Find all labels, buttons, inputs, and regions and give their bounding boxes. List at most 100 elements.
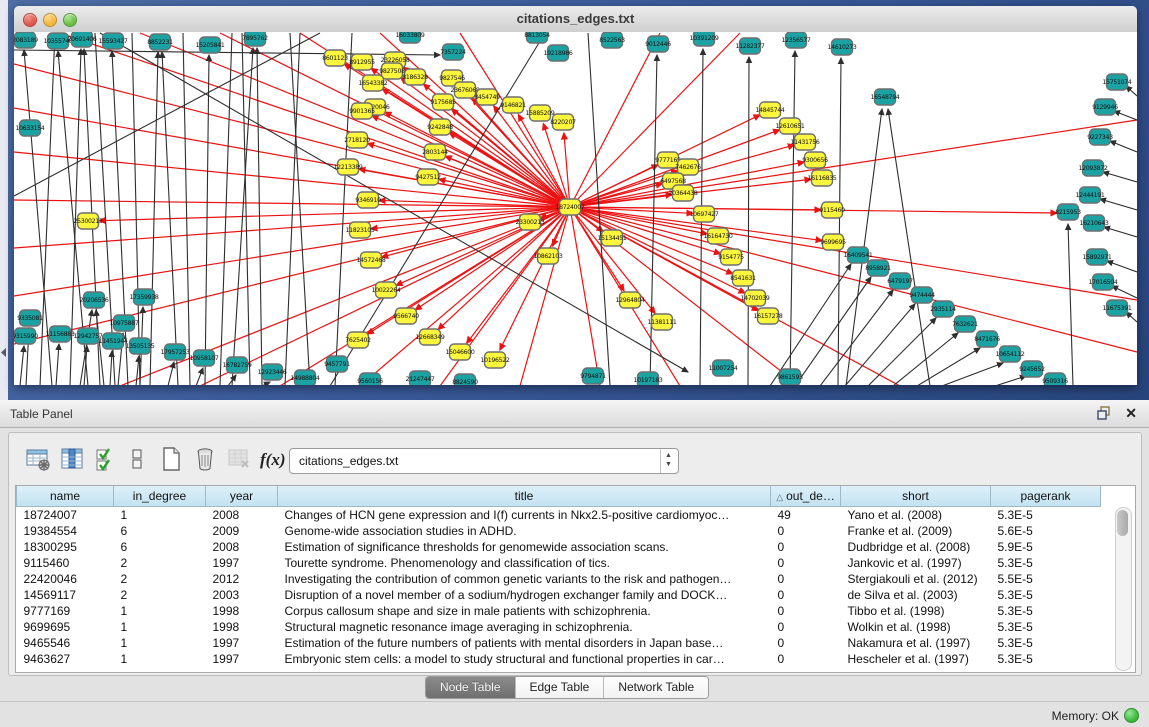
- graph-node[interactable]: 14845744: [755, 102, 784, 118]
- table-cell[interactable]: 18724007: [17, 507, 114, 524]
- window-titlebar[interactable]: citations_edges.txt: [14, 6, 1137, 33]
- graph-node[interactable]: 6479197: [887, 273, 913, 289]
- graph-node[interactable]: 7632621: [952, 316, 978, 332]
- column-header-title[interactable]: title: [278, 486, 771, 507]
- graph-node[interactable]: 11282377: [735, 38, 764, 54]
- table-cell[interactable]: Wolkin et al. (1998): [841, 619, 991, 635]
- graph-node[interactable]: 14610273: [827, 39, 856, 55]
- table-cell[interactable]: 0: [771, 587, 841, 603]
- graph-node[interactable]: 10958107: [189, 350, 218, 366]
- delete-rows-icon[interactable]: [192, 446, 220, 474]
- graph-node-hub[interactable]: 18724007: [555, 199, 584, 215]
- graph-node[interactable]: 9315990: [14, 328, 38, 344]
- graph-node[interactable]: 9129946: [1092, 99, 1118, 115]
- table-cell[interactable]: 1: [114, 603, 206, 619]
- graph-node[interactable]: 11823105: [345, 222, 374, 238]
- graph-node[interactable]: 9509316: [1042, 373, 1068, 385]
- table-row[interactable]: 1872400712008Changes of HCN gene express…: [17, 507, 1101, 524]
- graph-node[interactable]: 9861593: [777, 369, 803, 385]
- table-cell[interactable]: 1998: [206, 619, 278, 635]
- table-cell[interactable]: Stergiakouli et al. (2012): [841, 571, 991, 587]
- table-cell[interactable]: Franke et al. (2009): [841, 523, 991, 539]
- graph-node[interactable]: 9245652: [1019, 361, 1045, 377]
- graph-node[interactable]: 10022264: [371, 282, 400, 298]
- column-header-in_degree[interactable]: in_degree: [114, 486, 206, 507]
- table-cell[interactable]: 2012: [206, 571, 278, 587]
- table-cell[interactable]: 9463627: [17, 651, 114, 667]
- table-row[interactable]: 2242004622012Investigating the contribut…: [17, 571, 1101, 587]
- table-cell[interactable]: 5.3E-5: [991, 507, 1101, 524]
- table-cell[interactable]: 1: [114, 507, 206, 524]
- table-cell[interactable]: Tourette syndrome. Phenomenology and cla…: [278, 555, 771, 571]
- graph-node[interactable]: 21247447: [405, 371, 434, 385]
- table-cell[interactable]: 49: [771, 507, 841, 524]
- table-cell[interactable]: 5.3E-5: [991, 619, 1101, 635]
- graph-node[interactable]: 16164730: [703, 228, 732, 244]
- column-header-out_de[interactable]: △out_de…: [771, 486, 841, 507]
- table-cell[interactable]: 19384554: [17, 523, 114, 539]
- graph-node[interactable]: 17359938: [129, 289, 158, 305]
- network-svg[interactable]: 2083189103557482069140615593427885223115…: [14, 32, 1137, 385]
- graph-node[interactable]: 9699695: [820, 234, 846, 250]
- graph-node[interactable]: 12610651: [775, 118, 804, 134]
- graph-node[interactable]: 11007254: [708, 360, 737, 376]
- graph-node[interactable]: 9560156: [357, 373, 383, 385]
- graph-node[interactable]: 9427512: [415, 169, 441, 185]
- table-cell[interactable]: Disruption of a novel member of a sodium…: [278, 587, 771, 603]
- table-cell[interactable]: 1997: [206, 651, 278, 667]
- graph-node[interactable]: 8220207: [550, 114, 576, 130]
- graph-node[interactable]: 25300213: [73, 213, 102, 229]
- graph-node[interactable]: 12213389: [333, 159, 362, 175]
- table-cell[interactable]: Tibbo et al. (1998): [841, 603, 991, 619]
- graph-node[interactable]: 10654112: [995, 346, 1024, 362]
- graph-node[interactable]: 7895762: [242, 32, 268, 46]
- scrollbar-thumb[interactable]: [1117, 510, 1128, 536]
- graph-node[interactable]: 8958921: [865, 260, 891, 276]
- table-cell[interactable]: Hescheler et al. (1997): [841, 651, 991, 667]
- table-cell[interactable]: Structural magnetic resonance image aver…: [278, 619, 771, 635]
- graph-node[interactable]: 9335081: [17, 310, 43, 326]
- graph-node[interactable]: 8471676: [974, 331, 1000, 347]
- graph-node[interactable]: 11431756: [790, 134, 819, 150]
- graph-node[interactable]: 16548794: [870, 89, 899, 105]
- table-cell[interactable]: Estimation of significance thresholds fo…: [278, 539, 771, 555]
- close-panel-icon[interactable]: ✕: [1125, 405, 1137, 422]
- table-cell[interactable]: 5.3E-5: [991, 555, 1101, 571]
- graph-node[interactable]: 11381111: [647, 314, 676, 330]
- tab-edge-table[interactable]: Edge Table: [516, 677, 605, 698]
- table-cell[interactable]: 2008: [206, 507, 278, 524]
- table-cell[interactable]: Embryonic stem cells: a model to study s…: [278, 651, 771, 667]
- graph-node[interactable]: 9474444: [909, 287, 935, 303]
- table-cell[interactable]: Estimation of the future numbers of pati…: [278, 635, 771, 651]
- graph-node[interactable]: 9175685: [430, 94, 456, 110]
- function-builder-icon[interactable]: f(x): [260, 450, 290, 478]
- graph-node[interactable]: 15892971: [1082, 249, 1111, 265]
- graph-node[interactable]: 8813054: [524, 32, 550, 43]
- graph-node[interactable]: 10697427: [689, 206, 718, 222]
- table-cell[interactable]: 5.3E-5: [991, 651, 1101, 667]
- graph-node[interactable]: 8601123: [322, 50, 348, 66]
- graph-node[interactable]: 16210643: [1079, 215, 1108, 231]
- table-cell[interactable]: 6: [114, 523, 206, 539]
- graph-node[interactable]: 7357224: [440, 44, 466, 60]
- graph-node[interactable]: 12964804: [615, 292, 644, 308]
- table-cell[interactable]: 18300295: [17, 539, 114, 555]
- graph-node[interactable]: 9154775: [718, 249, 744, 265]
- vertical-scrollbar[interactable]: [1115, 507, 1132, 671]
- table-cell[interactable]: 2003: [206, 587, 278, 603]
- table-row[interactable]: 946362711997Embryonic stem cells: a mode…: [17, 651, 1101, 667]
- table-cell[interactable]: 14569117: [17, 587, 114, 603]
- table-cell[interactable]: Dudbridge et al. (2008): [841, 539, 991, 555]
- graph-node[interactable]: 11675391: [1102, 300, 1131, 316]
- graph-node[interactable]: 16033809: [395, 32, 424, 43]
- graph-node[interactable]: 15751074: [1102, 74, 1131, 90]
- graph-node[interactable]: 10975887: [109, 315, 138, 331]
- tab-network-table[interactable]: Network Table: [604, 677, 708, 698]
- table-cell[interactable]: 5.3E-5: [991, 603, 1101, 619]
- table-cell[interactable]: 9777169: [17, 603, 114, 619]
- table-cell[interactable]: 1: [114, 619, 206, 635]
- graph-node[interactable]: 7625402: [345, 332, 371, 348]
- graph-node[interactable]: 8852231: [147, 34, 173, 50]
- graph-node[interactable]: 15046600: [445, 344, 474, 360]
- table-cell[interactable]: Jankovic et al. (1997): [841, 555, 991, 571]
